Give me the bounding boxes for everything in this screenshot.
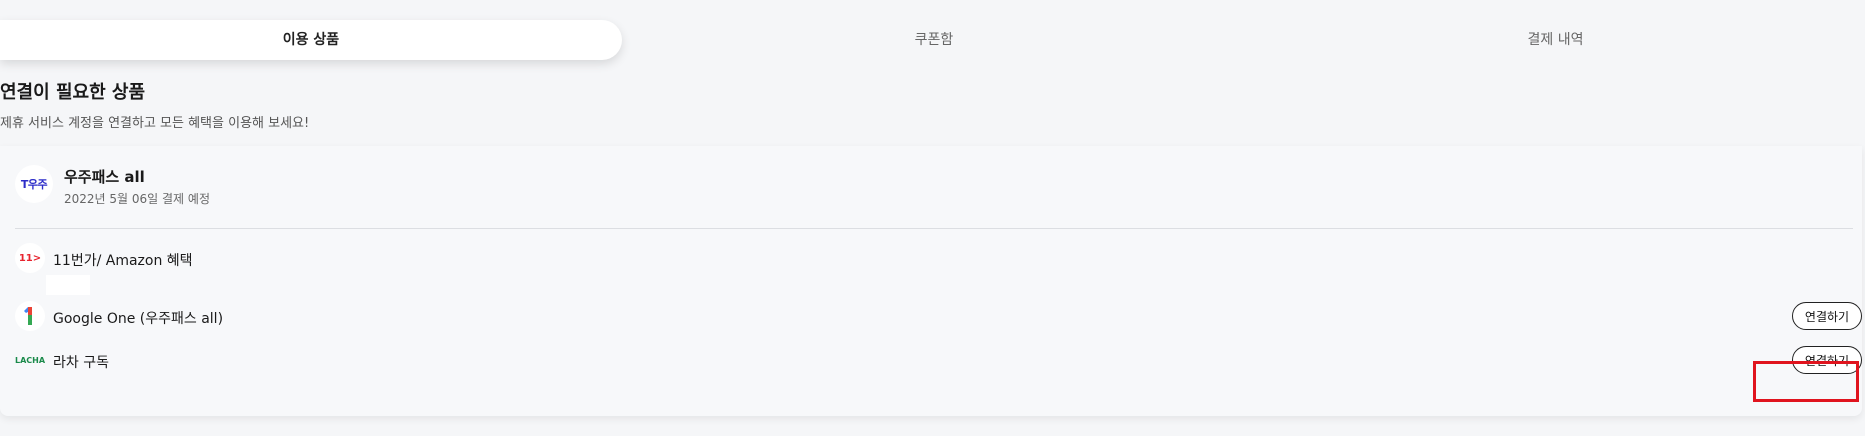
t-universe-logo: T우주 [15,165,53,203]
list-item-lacha: LACHA 라차 구독 연결하기 [0,344,1862,380]
main-product-payment-date: 2022년 5월 06일 결제 예정 [64,192,210,206]
main-product-title: 우주패스 all [64,168,145,186]
lacha-logo: LACHA [14,355,46,365]
list-item-11st: 11> 11번가/ Amazon 혜택 [0,242,1862,278]
list-item-google-one: Google One (우주패스 all) 연결하기 [0,300,1862,336]
section-subtitle: 제휴 서비스 계정을 연결하고 모든 혜택을 이용해 보세요! [0,116,310,131]
divider [15,228,1853,229]
google-one-icon [24,307,32,325]
highlight-box [1753,361,1859,402]
product-card: T우주 우주패스 all 2022년 5월 06일 결제 예정 11> 11번가… [0,146,1862,416]
tab-payment-history[interactable]: 결제 내역 [1246,20,1865,60]
eleven-st-logo: 11> [15,243,45,273]
tab-bar: 이용 상품 쿠폰함 결제 내역 [0,16,1865,60]
item-label-lacha: 라차 구독 [53,355,109,371]
item-label-11st: 11번가/ Amazon 혜택 [53,253,193,269]
google-one-logo [15,301,45,331]
connect-button-google-one[interactable]: 연결하기 [1792,302,1862,330]
blank-placeholder [46,275,90,295]
tab-products[interactable]: 이용 상품 [0,20,622,60]
tab-coupons[interactable]: 쿠폰함 [622,20,1246,60]
section-title: 연결이 필요한 상품 [0,82,146,103]
item-label-google-one: Google One (우주패스 all) [53,311,224,327]
